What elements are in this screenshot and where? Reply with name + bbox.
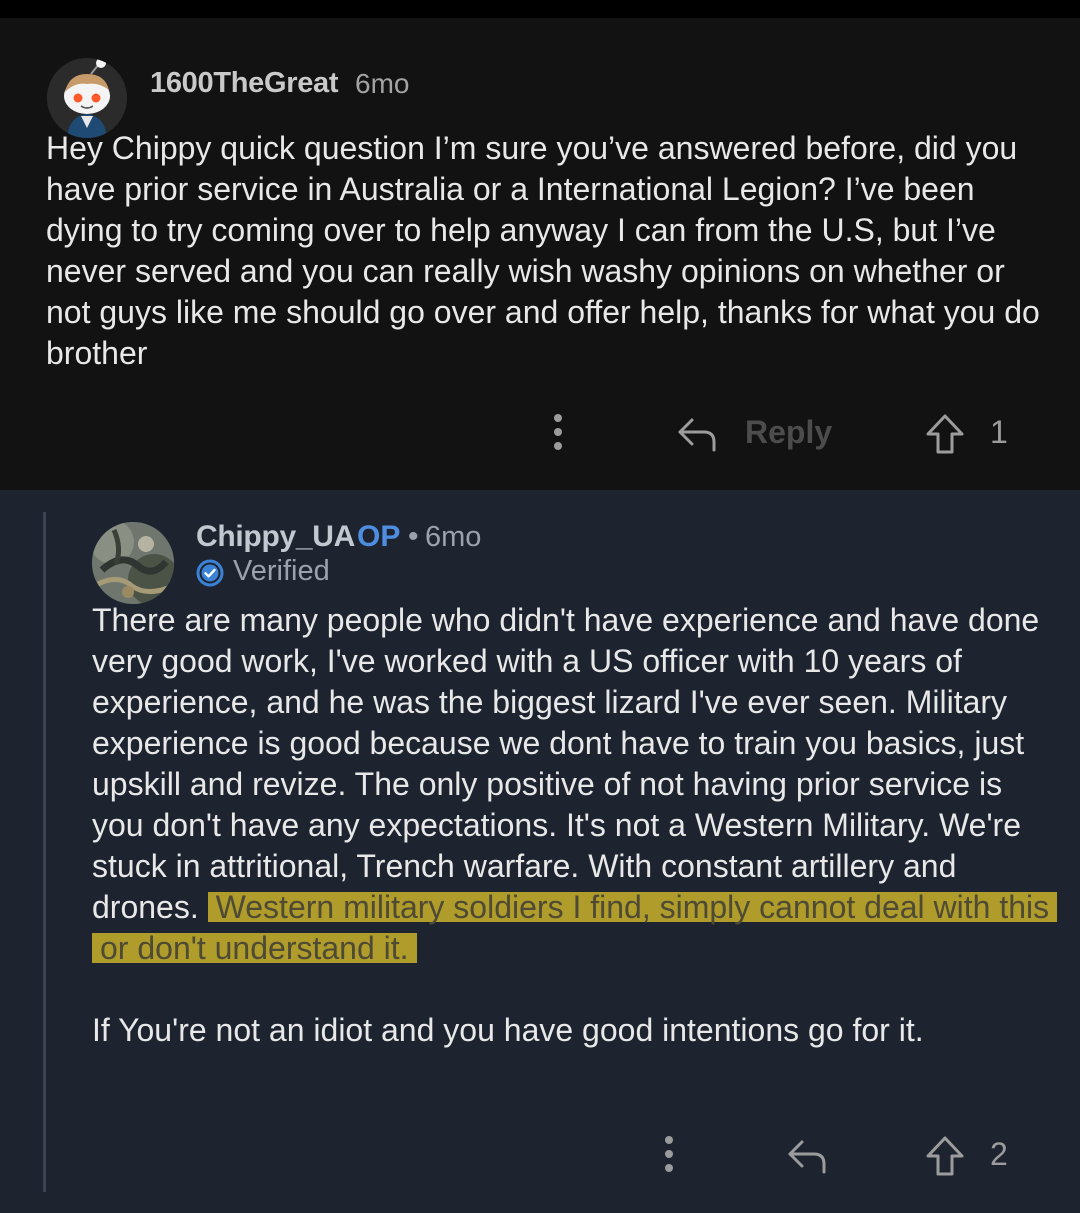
- more-vertical-icon[interactable]: [662, 1136, 676, 1176]
- reply-arrow-icon[interactable]: [786, 1136, 828, 1176]
- comment-2: Chippy_UA OP • 6mo Verified There are ma…: [0, 490, 1080, 1213]
- reply-button[interactable]: Reply: [745, 414, 832, 451]
- profile-photo-avatar[interactable]: [92, 522, 174, 604]
- op-badge: OP: [357, 520, 401, 553]
- username[interactable]: Chippy_UA: [196, 520, 355, 554]
- timestamp: 6mo: [425, 521, 482, 553]
- app: 1600TheGreat 6mo Hey Chippy quick questi…: [0, 0, 1080, 1213]
- reply-arrow-icon[interactable]: [676, 414, 718, 454]
- timestamp: 6mo: [355, 68, 410, 99]
- more-vertical-icon[interactable]: [551, 414, 565, 454]
- verified-label: Verified: [233, 555, 330, 587]
- snoo-avatar-icon[interactable]: [47, 58, 127, 138]
- username[interactable]: 1600TheGreat: [150, 67, 339, 100]
- upvote-count: 1: [990, 414, 1008, 450]
- comment-text-paragraph-2: If You're not an idiot and you have good…: [92, 1012, 924, 1048]
- separator-dot: •: [408, 520, 419, 553]
- highlighted-text: Western military soldiers I find, simply…: [92, 889, 1058, 966]
- comment-body: There are many people who didn't have ex…: [92, 600, 1058, 1051]
- verified-check-icon: [196, 559, 224, 587]
- comment-body: Hey Chippy quick question I’m sure you’v…: [46, 130, 1040, 371]
- comment-1: 1600TheGreat 6mo Hey Chippy quick questi…: [0, 18, 1080, 490]
- upvote-arrow-icon[interactable]: [924, 412, 966, 456]
- upvote-arrow-icon[interactable]: [924, 1134, 966, 1178]
- comment-actions: Reply 1: [0, 408, 1080, 460]
- comment-text: There are many people who didn't have ex…: [92, 602, 1040, 925]
- upvote-count: 2: [990, 1136, 1008, 1172]
- comment-actions: 2: [0, 1130, 1080, 1182]
- status-strip: [0, 0, 1080, 18]
- thread-line[interactable]: [43, 512, 46, 1192]
